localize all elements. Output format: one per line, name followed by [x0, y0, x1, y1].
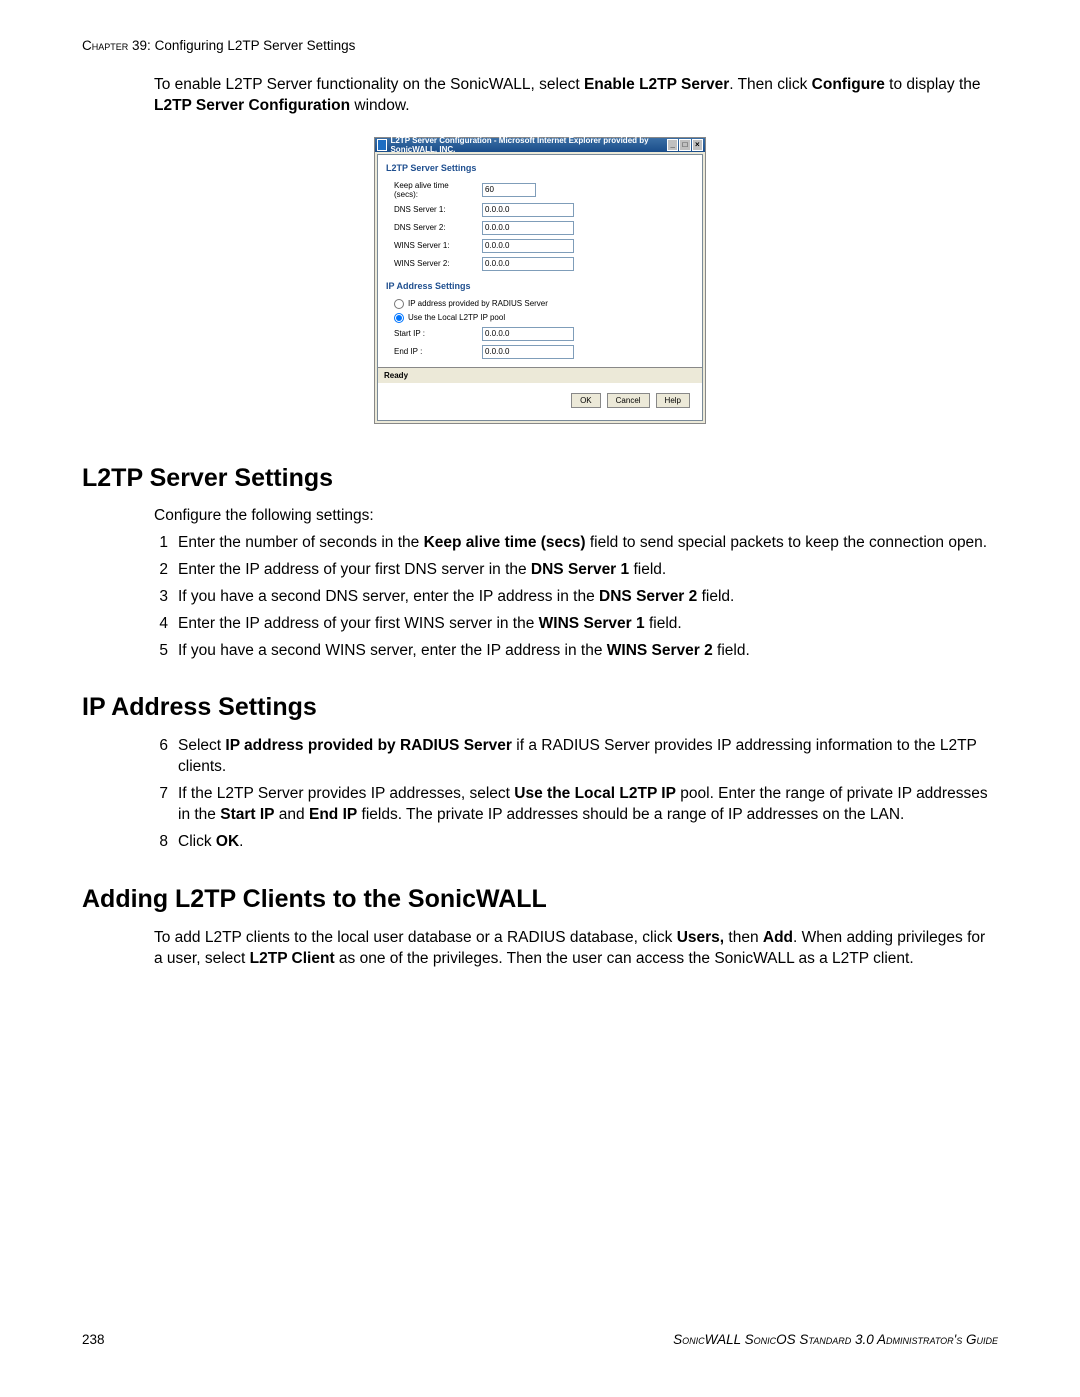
steps-list-2: 6Select IP address provided by RADIUS Se…	[154, 736, 998, 853]
minimize-icon[interactable]: _	[667, 139, 678, 151]
section-l2tp-settings: L2TP Server Settings	[378, 155, 702, 179]
maximize-icon[interactable]: □	[679, 139, 690, 151]
heading-ip-address-settings: IP Address Settings	[82, 693, 998, 722]
adding-clients-paragraph: To add L2TP clients to the local user da…	[154, 928, 998, 970]
keep-alive-label: Keep alive time (secs):	[394, 181, 474, 199]
wins2-label: WINS Server 2:	[394, 259, 474, 268]
dns1-label: DNS Server 1:	[394, 205, 474, 214]
wins1-input[interactable]	[482, 239, 574, 253]
section-ip-settings: IP Address Settings	[378, 273, 702, 297]
book-title: SonicWALL SonicOS Standard 3.0 Administr…	[673, 1332, 998, 1347]
heading-adding-clients: Adding L2TP Clients to the SonicWALL	[82, 885, 998, 914]
ie-icon	[377, 139, 387, 151]
intro-paragraph: To enable L2TP Server functionality on t…	[154, 75, 998, 117]
keep-alive-input[interactable]	[482, 183, 536, 197]
status-bar: Ready	[378, 367, 702, 383]
wins2-input[interactable]	[482, 257, 574, 271]
dns2-input[interactable]	[482, 221, 574, 235]
endip-label: End IP :	[394, 347, 474, 356]
cancel-button[interactable]: Cancel	[607, 393, 650, 408]
window-title: L2TP Server Configuration - Microsoft In…	[390, 136, 666, 154]
radius-radio[interactable]	[394, 299, 404, 309]
page-number: 238	[82, 1332, 105, 1347]
startip-label: Start IP :	[394, 329, 474, 338]
dns1-input[interactable]	[482, 203, 574, 217]
local-pool-radio[interactable]	[394, 313, 404, 323]
ok-button[interactable]: OK	[571, 393, 601, 408]
wins1-label: WINS Server 1:	[394, 241, 474, 250]
help-button[interactable]: Help	[656, 393, 690, 408]
chapter-header: Chapter 39: Configuring L2TP Server Sett…	[82, 38, 998, 53]
titlebar: L2TP Server Configuration - Microsoft In…	[375, 138, 705, 152]
startip-input[interactable]	[482, 327, 574, 341]
steps-list-1: 1Enter the number of seconds in the Keep…	[154, 533, 998, 662]
page-footer: 238 SonicWALL SonicOS Standard 3.0 Admin…	[82, 1332, 998, 1347]
close-icon[interactable]: ×	[692, 139, 703, 151]
dns2-label: DNS Server 2:	[394, 223, 474, 232]
heading-l2tp-server-settings: L2TP Server Settings	[82, 464, 998, 493]
lead-text: Configure the following settings:	[154, 507, 998, 525]
endip-input[interactable]	[482, 345, 574, 359]
screenshot-dialog: L2TP Server Configuration - Microsoft In…	[374, 137, 706, 424]
